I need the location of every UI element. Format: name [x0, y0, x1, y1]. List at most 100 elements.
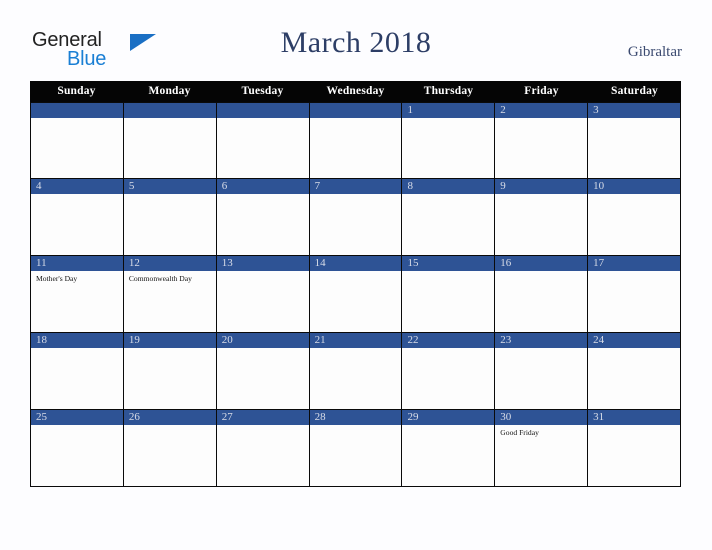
day-cell-20[interactable]: 20: [216, 333, 310, 409]
day-number: 6: [216, 179, 309, 194]
holiday-label: Good Friday: [500, 428, 539, 437]
day-events: [588, 348, 680, 351]
day-events: [217, 271, 309, 274]
page-title: March 2018: [280, 26, 432, 59]
page-header: General Blue March 2018 Gibraltar: [0, 0, 712, 78]
day-events: [31, 194, 123, 197]
day-number: 20: [216, 333, 309, 348]
day-events: [495, 118, 587, 121]
day-number: 11: [31, 256, 123, 271]
day-cell-14[interactable]: 14: [309, 256, 403, 332]
day-events: [495, 348, 587, 351]
day-events: [402, 348, 494, 351]
day-number: 17: [588, 256, 681, 271]
day-cell-8[interactable]: 8: [402, 179, 496, 255]
day-number: 19: [123, 333, 216, 348]
calendar-grid: Sunday Monday Tuesday Wednesday Thursday Frid…: [30, 81, 682, 487]
day-cell-24[interactable]: 24: [588, 333, 682, 409]
day-events: [495, 271, 587, 274]
day-number: 4: [31, 179, 123, 194]
day-cell-21[interactable]: 21: [309, 333, 403, 409]
day-events: [402, 194, 494, 197]
day-cell-18[interactable]: 18: [31, 333, 124, 409]
day-number: 27: [216, 410, 309, 425]
day-events: [31, 118, 123, 121]
day-cell-15[interactable]: 15: [402, 256, 496, 332]
day-number: 21: [309, 333, 402, 348]
day-number: 28: [309, 410, 402, 425]
day-number: [123, 103, 216, 118]
day-cell-7[interactable]: 7: [309, 179, 403, 255]
day-events: [588, 194, 680, 197]
day-events: [217, 425, 309, 428]
day-cell-12[interactable]: 12 Commonwealth Day: [123, 256, 217, 332]
day-events: [310, 194, 402, 197]
day-events: [124, 425, 216, 428]
day-events: [402, 425, 494, 428]
day-number: 14: [309, 256, 402, 271]
day-events: [310, 348, 402, 351]
day-cell-23[interactable]: 23: [495, 333, 589, 409]
day-number: 9: [495, 179, 588, 194]
day-cell-25[interactable]: 25: [31, 410, 124, 486]
day-cell-1[interactable]: 1: [402, 103, 496, 178]
day-cell-empty[interactable]: [309, 103, 403, 178]
day-number: 23: [495, 333, 588, 348]
day-number: 12: [123, 256, 216, 271]
day-events: [31, 425, 123, 428]
day-cell-empty[interactable]: [123, 103, 217, 178]
day-events: [588, 118, 680, 121]
holiday-label: Mother's Day: [36, 274, 78, 283]
day-events: [402, 118, 494, 121]
day-number: 2: [495, 103, 588, 118]
day-cell-17[interactable]: 17: [588, 256, 682, 332]
day-cell-empty[interactable]: [216, 103, 310, 178]
day-events: Commonwealth Day: [124, 271, 216, 284]
day-events: [124, 348, 216, 351]
day-number: 24: [588, 333, 681, 348]
day-cell-6[interactable]: 6: [216, 179, 310, 255]
weekday-header-monday: Monday: [148, 85, 191, 97]
day-cell-31[interactable]: 31: [588, 410, 682, 486]
day-events: [217, 118, 309, 121]
day-events: [124, 194, 216, 197]
calendar-weeks: 1 2 3 4 5 6 7 8 9 10 11 Mother's Day 12 Commonwealth …: [30, 102, 682, 487]
holiday-label: Commonwealth Day: [128, 274, 192, 283]
calendar-week-row: 4 5 6 7 8 9 10: [30, 179, 682, 256]
day-number: 7: [309, 179, 402, 194]
day-number: 31: [588, 410, 681, 425]
day-cell-28[interactable]: 28: [309, 410, 403, 486]
day-events: Good Friday: [495, 425, 587, 438]
day-number: 22: [402, 333, 495, 348]
day-cell-9[interactable]: 9: [495, 179, 589, 255]
day-number: 16: [495, 256, 588, 271]
day-events: [310, 118, 402, 121]
day-events: [588, 425, 680, 428]
day-number: 30: [495, 410, 588, 425]
day-number: 3: [588, 103, 681, 118]
day-events: [31, 348, 123, 351]
day-cell-13[interactable]: 13: [216, 256, 310, 332]
day-cell-19[interactable]: 19: [123, 333, 217, 409]
day-cell-3[interactable]: 3: [588, 103, 682, 178]
day-cell-empty[interactable]: [31, 103, 124, 178]
day-cell-16[interactable]: 16: [495, 256, 589, 332]
calendar-week-row: 123: [30, 102, 682, 179]
day-cell-22[interactable]: 22: [402, 333, 496, 409]
day-cell-10[interactable]: 10: [588, 179, 682, 255]
day-cell-5[interactable]: 5: [123, 179, 217, 255]
day-cell-30[interactable]: 30 Good Friday: [495, 410, 589, 486]
day-events: [217, 194, 309, 197]
day-cell-11[interactable]: 11 Mother's Day: [31, 256, 124, 332]
day-cell-2[interactable]: 2: [495, 103, 589, 178]
day-events: [588, 271, 680, 274]
day-events: [217, 348, 309, 351]
day-cell-4[interactable]: 4: [31, 179, 124, 255]
day-events: [124, 118, 216, 121]
weekday-header-thursday: Thursday: [423, 85, 474, 97]
day-cell-29[interactable]: 29: [402, 410, 496, 486]
day-cell-27[interactable]: 27: [216, 410, 310, 486]
day-events: [310, 271, 402, 274]
day-number: [309, 103, 402, 118]
day-cell-26[interactable]: 26: [123, 410, 217, 486]
